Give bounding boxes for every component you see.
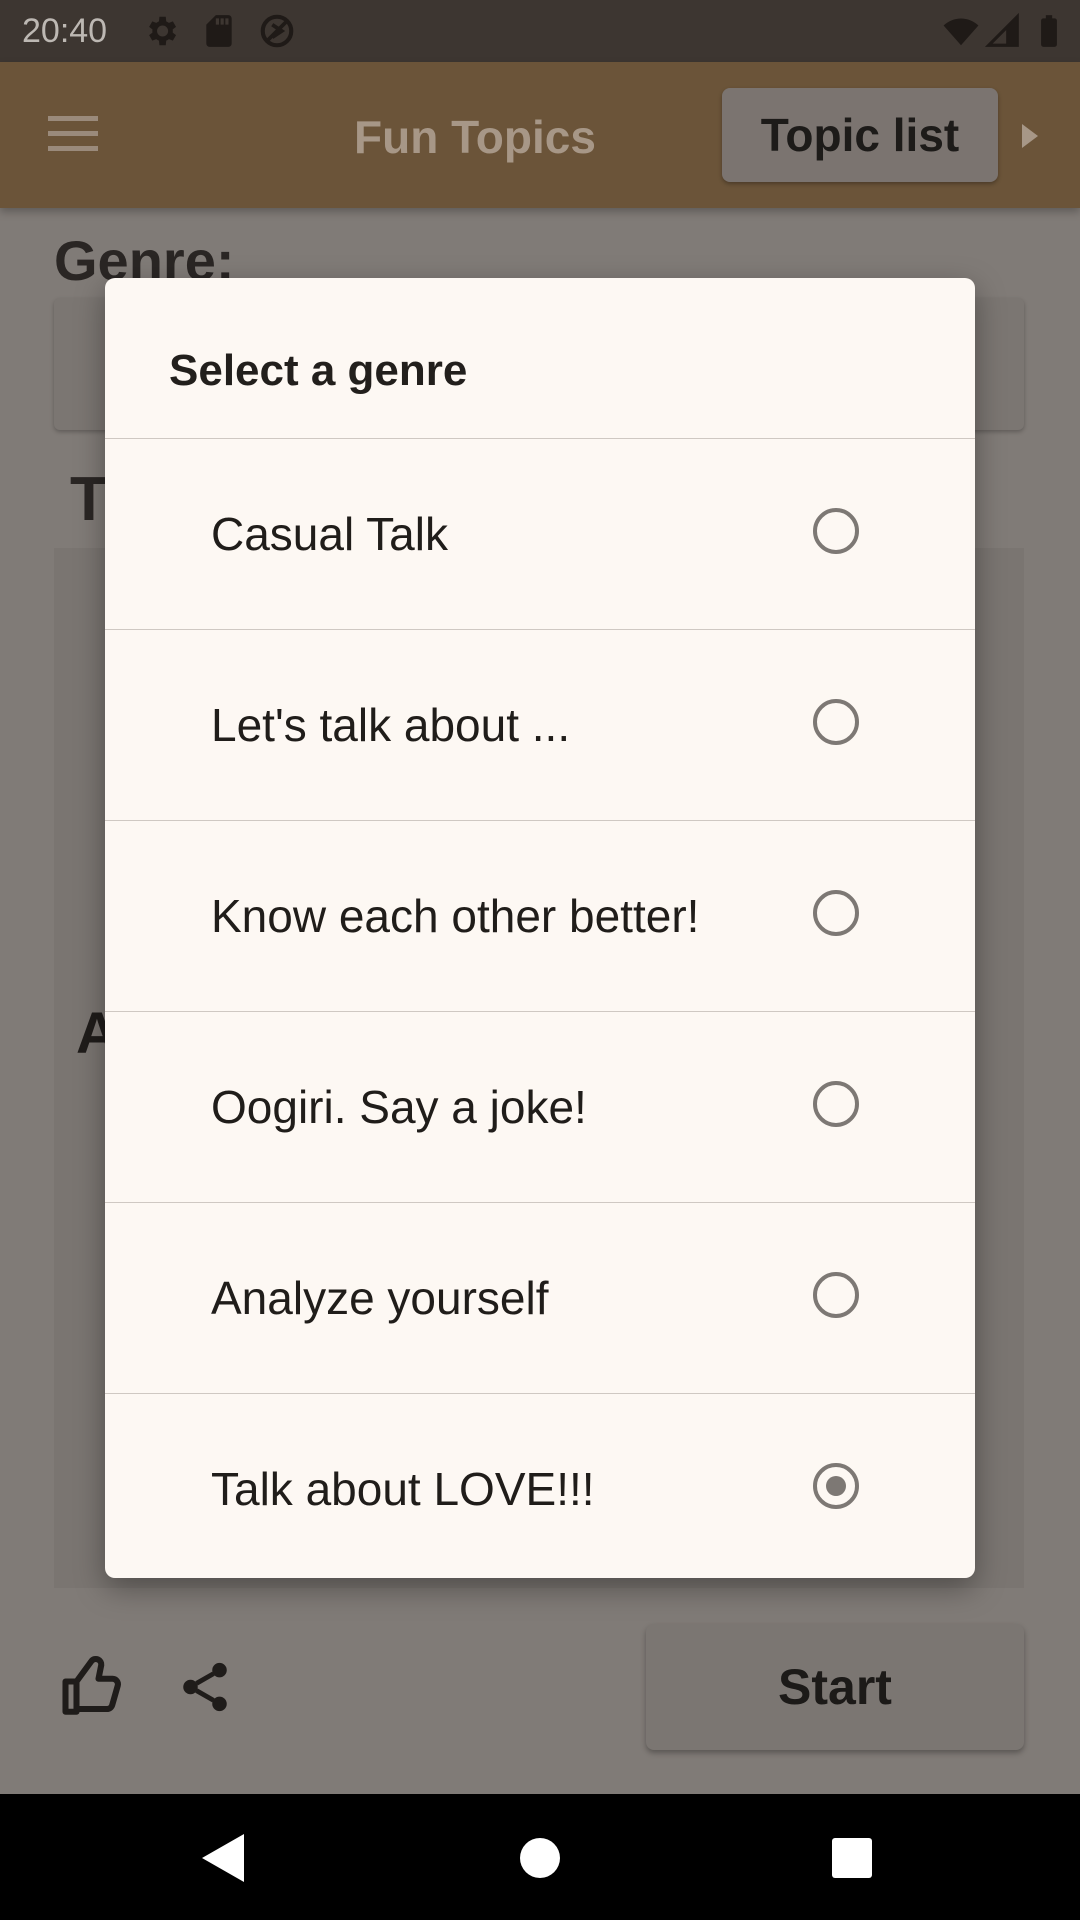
gear-icon [149, 16, 177, 46]
genre-option[interactable]: Talk about LOVE!!! [105, 1393, 975, 1578]
radio-button[interactable] [813, 699, 859, 745]
genre-option[interactable]: Casual Talk [105, 438, 975, 629]
navigation-bar [0, 1794, 1080, 1920]
radio-button[interactable] [813, 1272, 859, 1318]
thumbs-up-icon[interactable] [60, 1654, 126, 1720]
back-icon[interactable] [196, 1830, 252, 1886]
recents-icon[interactable] [824, 1830, 880, 1886]
topic-list-button[interactable]: Topic list [722, 88, 998, 182]
status-time: 20:40 [22, 12, 108, 50]
radio-button-selected[interactable] [813, 1463, 859, 1509]
radio-button[interactable] [813, 890, 859, 936]
genre-option-label: Casual Talk [211, 508, 448, 560]
genre-option[interactable]: Oogiri. Say a joke! [105, 1011, 975, 1202]
signal-icon [984, 12, 1019, 47]
select-genre-dialog: Select a genre Casual Talk Let's talk ab… [105, 278, 975, 1578]
sd-card-icon [206, 15, 232, 47]
share-icon[interactable] [176, 1656, 234, 1718]
radio-button[interactable] [813, 508, 859, 554]
home-icon[interactable] [512, 1830, 568, 1886]
wifi-icon [943, 18, 979, 46]
genre-option[interactable]: Analyze yourself [105, 1202, 975, 1393]
genre-option-label: Analyze yourself [211, 1272, 549, 1324]
start-button[interactable]: Start [646, 1624, 1024, 1750]
sync-off-icon [260, 14, 294, 48]
status-bar: 20:40 [0, 0, 1080, 62]
radio-button[interactable] [813, 1081, 859, 1127]
genre-option[interactable]: Know each other better! [105, 820, 975, 1011]
genre-option[interactable]: Let's talk about ... [105, 629, 975, 820]
genre-option-label: Talk about LOVE!!! [211, 1463, 595, 1515]
genre-option-label: Let's talk about ... [211, 699, 571, 751]
battery-icon [1041, 15, 1057, 47]
hamburger-menu-icon[interactable] [48, 114, 98, 154]
topic-label: T [70, 465, 108, 534]
app-bar: Fun Topics Topic list [0, 62, 1080, 208]
genre-option-label: Oogiri. Say a joke! [211, 1081, 587, 1133]
app-title: Fun Topics [354, 111, 596, 163]
chevron-right-icon[interactable] [1020, 122, 1040, 150]
dialog-title: Select a genre [169, 346, 468, 395]
genre-options-list: Casual Talk Let's talk about ... Know ea… [105, 438, 975, 1578]
genre-option-label: Know each other better! [211, 890, 700, 942]
